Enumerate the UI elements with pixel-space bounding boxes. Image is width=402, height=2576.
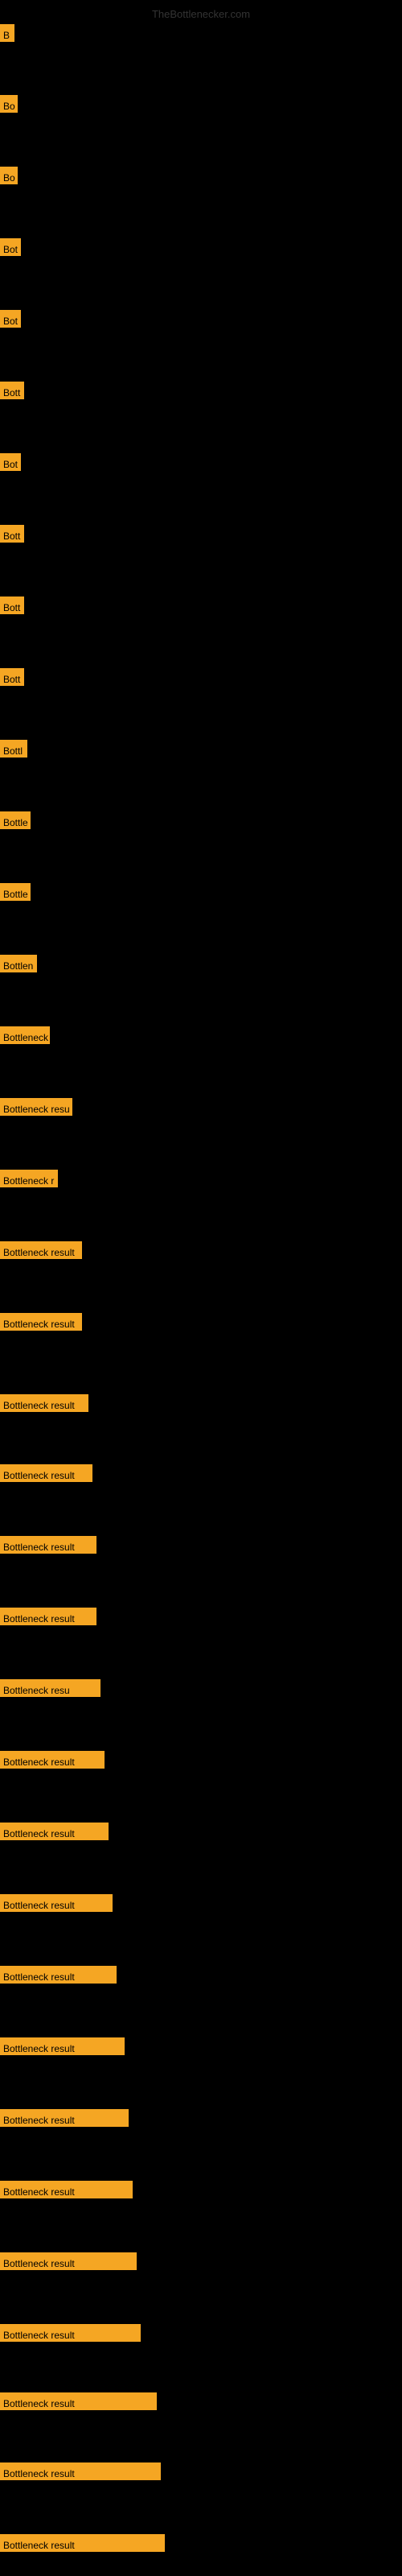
bottleneck-label-6: Bott bbox=[0, 382, 24, 399]
bottleneck-label-18: Bottleneck result bbox=[0, 1241, 82, 1259]
bottleneck-label-12: Bottle bbox=[0, 811, 31, 829]
bottleneck-label-7: Bot bbox=[0, 453, 21, 471]
bottleneck-label-33: Bottleneck result bbox=[0, 2324, 141, 2342]
bottleneck-label-3: Bo bbox=[0, 167, 18, 184]
bottleneck-label-30: Bottleneck result bbox=[0, 2109, 129, 2127]
bottleneck-label-14: Bottlen bbox=[0, 955, 37, 972]
bottleneck-label-13: Bottle bbox=[0, 883, 31, 901]
bottleneck-label-17: Bottleneck r bbox=[0, 1170, 58, 1187]
bottleneck-label-20: Bottleneck result bbox=[0, 1394, 88, 1412]
bottleneck-label-27: Bottleneck result bbox=[0, 1894, 113, 1912]
bottleneck-label-11: Bottl bbox=[0, 740, 27, 758]
bottleneck-label-29: Bottleneck result bbox=[0, 2037, 125, 2055]
bottleneck-label-19: Bottleneck result bbox=[0, 1313, 82, 1331]
bottleneck-label-25: Bottleneck result bbox=[0, 1751, 105, 1769]
bottleneck-label-34: Bottleneck result bbox=[0, 2392, 157, 2410]
bottleneck-label-5: Bot bbox=[0, 310, 21, 328]
site-title: TheBottlenecker.com bbox=[149, 6, 253, 22]
bottleneck-label-22: Bottleneck result bbox=[0, 1536, 96, 1554]
bottleneck-label-23: Bottleneck result bbox=[0, 1608, 96, 1625]
bottleneck-label-28: Bottleneck result bbox=[0, 1966, 117, 1984]
bottleneck-label-4: Bot bbox=[0, 238, 21, 256]
bottleneck-label-9: Bott bbox=[0, 597, 24, 614]
bottleneck-label-26: Bottleneck result bbox=[0, 1823, 109, 1840]
bottleneck-label-35: Bottleneck result bbox=[0, 2462, 161, 2480]
bottleneck-label-32: Bottleneck result bbox=[0, 2252, 137, 2270]
bottleneck-label-31: Bottleneck result bbox=[0, 2181, 133, 2198]
bottleneck-label-15: Bottleneck bbox=[0, 1026, 50, 1044]
bottleneck-label-10: Bott bbox=[0, 668, 24, 686]
bottleneck-label-8: Bott bbox=[0, 525, 24, 543]
bottleneck-label-16: Bottleneck resu bbox=[0, 1098, 72, 1116]
bottleneck-label-24: Bottleneck resu bbox=[0, 1679, 100, 1697]
bottleneck-label-2: Bo bbox=[0, 95, 18, 113]
bottleneck-label-1: B bbox=[0, 24, 14, 42]
bottleneck-label-21: Bottleneck result bbox=[0, 1464, 92, 1482]
bottleneck-label-36: Bottleneck result bbox=[0, 2534, 165, 2552]
